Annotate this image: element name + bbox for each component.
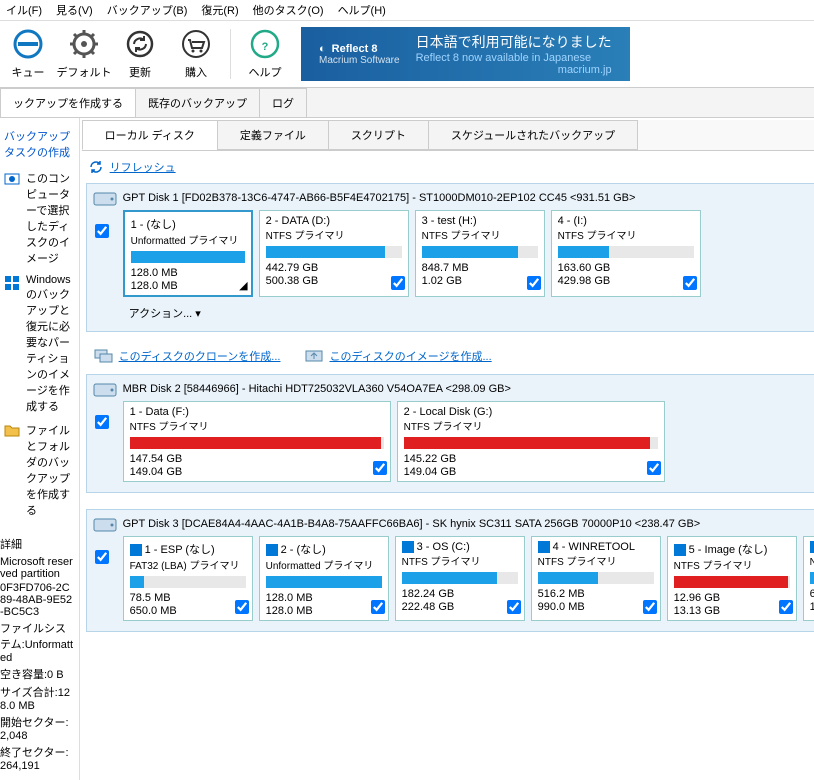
disk1-part2[interactable]: 2 - DATA (D:) NTFS プライマリ 442.79 GB500.38… <box>259 210 409 297</box>
buy-button[interactable]: 購入 <box>168 21 224 87</box>
menu-help[interactable]: ヘルプ(H) <box>338 2 386 18</box>
content-area: ローカル ディスク 定義ファイル スクリプト スケジュールされたバックアップ リ… <box>80 118 814 780</box>
detail-guid: 0F3FD706-2C89-48AB-9E52-BC5C3 <box>0 582 75 618</box>
windows-icon <box>266 544 278 556</box>
task-file-folder-backup[interactable]: ファイルとフォルダのバックアップを作成する <box>0 418 75 522</box>
disk-2-title: MBR Disk 2 [58446966] - Hitachi HDT72503… <box>123 383 814 395</box>
disk1-links: このディスクのクローンを作成... このディスクのイメージを作成... <box>94 348 814 364</box>
sidebar-section-title: バックアップタスクの作成 <box>4 128 75 160</box>
disk1-part4-checkbox[interactable] <box>683 276 697 290</box>
toolbar: キュー デフォルト 更新 購入 ? ヘルプ ◐Reflect 8 Macrium… <box>0 21 814 88</box>
disk-2: MBR Disk 2 [58446966] - Hitachi HDT72503… <box>86 374 814 493</box>
disk1-part3[interactable]: 3 - test (H:) NTFS プライマリ 848.7 MB1.02 GB <box>415 210 545 297</box>
menu-view[interactable]: 見る(V) <box>56 2 93 18</box>
disk-2-checkbox[interactable] <box>95 415 109 429</box>
disk1-part4[interactable]: 4 - (I:) NTFS プライマリ 163.60 GB429.98 GB <box>551 210 701 297</box>
windows-icon <box>130 544 142 556</box>
disk-1-title: GPT Disk 1 [FD02B378-13C6-4747-AB66-B5F4… <box>123 192 814 204</box>
subtab-scripts[interactable]: スクリプト <box>328 120 429 150</box>
disk2-part2-checkbox[interactable] <box>647 461 661 475</box>
task-image-selected-disks[interactable]: このコンピューターで選択したディスクのイメージ <box>0 166 75 270</box>
windows-icon <box>402 541 414 553</box>
disk-3: GPT Disk 3 [DCAE84A4-4AAC-4A1B-B4A8-75AA… <box>86 509 814 632</box>
disk-3-checkbox[interactable] <box>95 550 109 564</box>
disk3-part5[interactable]: 5 - Image (なし) NTFS プライマリ 12.96 GB13.13 … <box>667 536 797 621</box>
windows-icon <box>538 541 550 553</box>
rescue-button[interactable]: キュー <box>0 21 56 87</box>
menu-other[interactable]: 他のタスク(O) <box>253 2 324 18</box>
disk3-part3-checkbox[interactable] <box>507 600 521 614</box>
content-tabstrip: ローカル ディスク 定義ファイル スクリプト スケジュールされたバックアップ <box>82 120 814 151</box>
detail-partition-name: Microsoft reserved partition <box>0 556 75 580</box>
disk1-part2-checkbox[interactable] <box>391 276 405 290</box>
menu-backup[interactable]: バックアップ(B) <box>107 2 188 18</box>
tab-existing-backup[interactable]: 既存のバックアップ <box>135 88 260 117</box>
windows-icon <box>810 541 814 553</box>
menu-bar: イル(F) 見る(V) バックアップ(B) 復元(R) 他のタスク(O) ヘルプ… <box>0 0 814 21</box>
detail-free: 空き容量:0 B <box>0 666 75 682</box>
subtab-scheduled[interactable]: スケジュールされたバックアップ <box>428 120 638 150</box>
menu-restore[interactable]: 復元(R) <box>201 2 238 18</box>
disk-icon <box>93 190 117 211</box>
disk3-part2[interactable]: 2 - (なし) Unformatted プライマリ 128.0 MB128.0… <box>259 536 389 621</box>
clone-disk-link[interactable]: このディスクのクローンを作成... <box>94 348 281 364</box>
help-label: ヘルプ <box>249 64 282 80</box>
separator <box>230 29 231 79</box>
defaults-button[interactable]: デフォルト <box>56 21 112 87</box>
main-tabstrip: ックアップを作成する 既存のバックアップ ログ <box>0 88 814 118</box>
disk1-actions-dropdown[interactable]: アクション... ▾ <box>129 305 814 321</box>
detail-start-sector: 開始セクター:2,048 <box>0 714 75 742</box>
promo-banner[interactable]: ◐Reflect 8 Macrium Software 日本語で利用可能になりま… <box>301 27 630 81</box>
update-label: 更新 <box>129 64 151 80</box>
tab-log[interactable]: ログ <box>259 88 307 117</box>
detail-end-sector: 終了セクター:264,191 <box>0 744 75 772</box>
help-button[interactable]: ? ヘルプ <box>237 21 293 87</box>
tab-create-backup[interactable]: ックアップを作成する <box>0 88 136 117</box>
reflect-icon: ◐ <box>319 43 326 55</box>
details-heading: 詳細 <box>0 536 75 552</box>
disk3-part1[interactable]: 1 - ESP (なし) FAT32 (LBA) プライマリ 78.5 MB65… <box>123 536 253 621</box>
disk2-part1-checkbox[interactable] <box>373 461 387 475</box>
subtab-local-disk[interactable]: ローカル ディスク <box>82 120 218 150</box>
disk-icon <box>93 381 117 402</box>
disk3-part3[interactable]: 3 - OS (C:) NTFS プライマリ 182.24 GB222.48 G… <box>395 536 525 621</box>
disk-1: GPT Disk 1 [FD02B378-13C6-4747-AB66-B5F4… <box>86 183 814 332</box>
update-button[interactable]: 更新 <box>112 21 168 87</box>
detail-filesystem: ファイルシステム:Unformatted <box>0 620 75 664</box>
task-image-windows-partitions[interactable]: Windowsのバックアップと復元に必要なパーティションのイメージを作成する <box>0 270 75 418</box>
subtab-definition-files[interactable]: 定義ファイル <box>217 120 329 150</box>
menu-file[interactable]: イル(F) <box>6 2 42 18</box>
sidebar: バックアップタスクの作成 このコンピューターで選択したディスクのイメージ Win… <box>0 118 80 780</box>
disk3-part5-checkbox[interactable] <box>779 600 793 614</box>
disk3-part1-checkbox[interactable] <box>235 600 249 614</box>
disk3-part6[interactable]: 6 - DELLSUPPORT NTFS プライマリ 657.7 MB1.12 … <box>803 536 814 621</box>
disk3-part4[interactable]: 4 - WINRETOOL NTFS プライマリ 516.2 MB990.0 M… <box>531 536 661 621</box>
rescue-label: キュー <box>12 64 45 80</box>
image-disk-link[interactable]: このディスクのイメージを作成... <box>304 348 491 364</box>
disk1-part1[interactable]: 1 - (なし) Unformatted プライマリ 128.0 MB128.0… <box>123 210 253 297</box>
buy-label: 購入 <box>185 64 207 80</box>
selected-icon: ◢ <box>239 279 247 292</box>
windows-icon <box>674 544 686 556</box>
disk-icon <box>93 516 117 537</box>
disk1-part3-checkbox[interactable] <box>527 276 541 290</box>
defaults-label: デフォルト <box>57 64 112 80</box>
disk3-part2-checkbox[interactable] <box>371 600 385 614</box>
refresh-link[interactable]: リフレッシュ <box>88 159 814 175</box>
disk3-part4-checkbox[interactable] <box>643 600 657 614</box>
disk-3-title: GPT Disk 3 [DCAE84A4-4AAC-4A1B-B4A8-75AA… <box>123 518 814 530</box>
detail-size: サイズ合計:128.0 MB <box>0 684 75 712</box>
svg-text:?: ? <box>262 41 269 53</box>
disk-1-checkbox[interactable] <box>95 224 109 238</box>
disk2-part2[interactable]: 2 - Local Disk (G:) NTFS プライマリ 145.22 GB… <box>397 401 665 482</box>
disk2-part1[interactable]: 1 - Data (F:) NTFS プライマリ 147.54 GB149.04… <box>123 401 391 482</box>
